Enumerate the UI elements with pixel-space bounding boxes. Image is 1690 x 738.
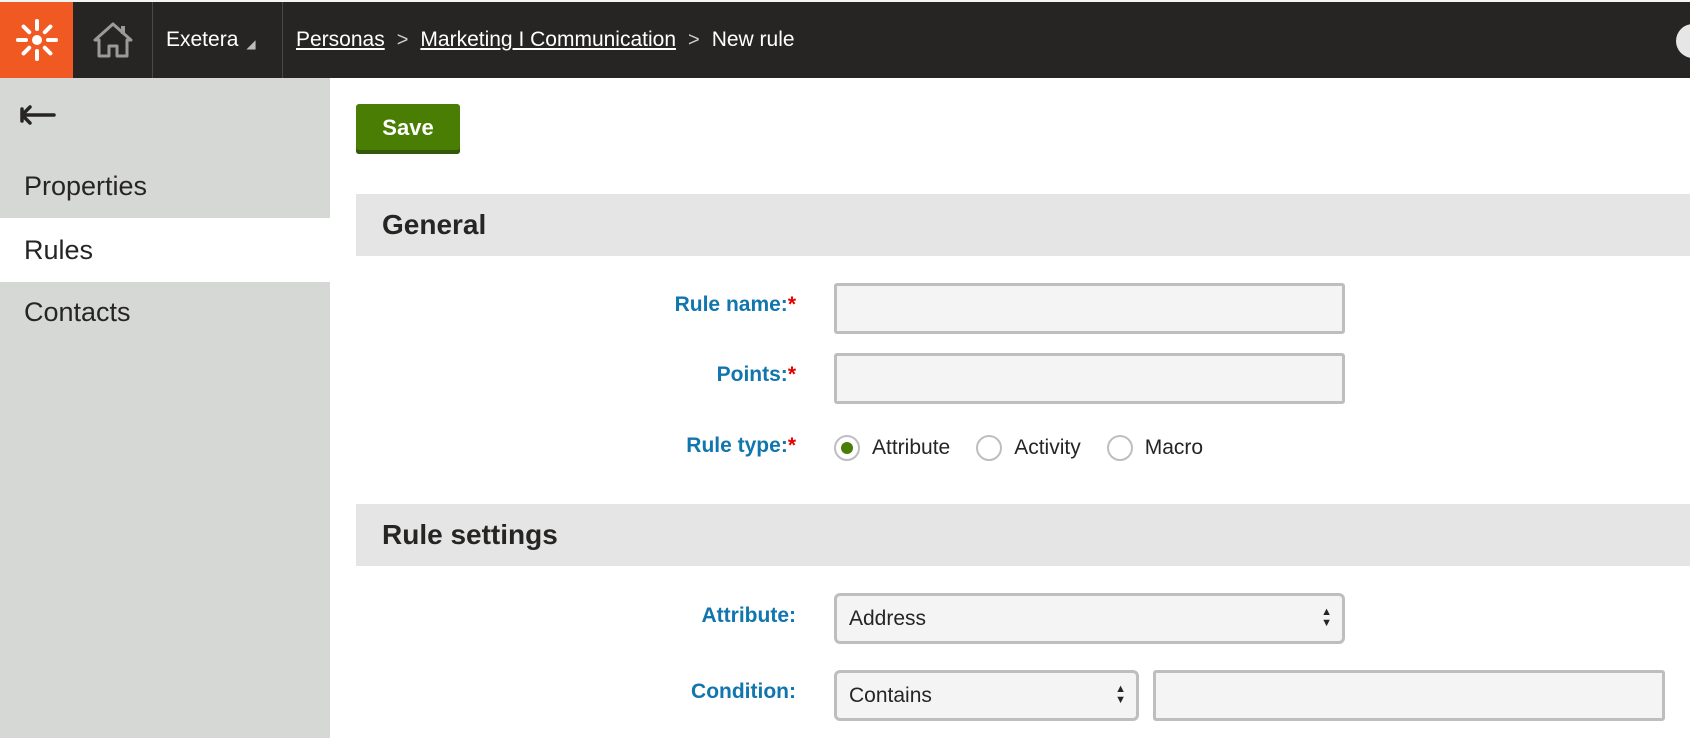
save-button[interactable]: Save	[356, 104, 460, 154]
sidebar-item-label: Rules	[24, 234, 94, 265]
required-mark: *	[787, 293, 796, 316]
radio-unselected-icon	[1106, 435, 1133, 461]
user-avatar[interactable]	[1676, 24, 1690, 58]
required-mark: *	[787, 434, 796, 457]
select-arrows-icon: ▲ ▼	[1321, 606, 1332, 629]
breadcrumb-current: New rule	[711, 28, 795, 51]
points-label: Points:*	[716, 363, 796, 386]
sidebar-item-label: Contacts	[24, 296, 131, 327]
rule-type-activity-radio[interactable]: Activity	[976, 435, 1081, 461]
sidebar-item-label: Properties	[24, 170, 148, 201]
sidebar-item-properties[interactable]: Properties	[0, 154, 330, 218]
breadcrumb: Personas > Marketing I Communication > N…	[296, 2, 795, 78]
condition-label: Condition:	[691, 680, 796, 703]
site-selector[interactable]: Exetera ◢	[154, 2, 283, 78]
top-bar: Exetera ◢ Personas > Marketing I Communi…	[0, 0, 1690, 78]
back-arrow-icon[interactable]	[18, 100, 58, 130]
attribute-label: Attribute:	[701, 604, 796, 627]
condition-select[interactable]: Contains ▲ ▼	[834, 670, 1139, 721]
points-input[interactable]	[834, 353, 1345, 404]
chevron-right-icon: >	[688, 28, 700, 51]
sidebar: Properties Rules Contacts	[0, 78, 330, 738]
radio-selected-icon	[834, 435, 860, 461]
section-header-general: General	[356, 194, 1690, 256]
sidebar-item-contacts[interactable]: Contacts	[0, 280, 330, 344]
attribute-select[interactable]: Address ▲ ▼	[834, 593, 1345, 644]
breadcrumb-persona[interactable]: Marketing I Communication	[420, 28, 676, 52]
section-header-rule-settings: Rule settings	[356, 504, 1690, 566]
site-name: Exetera	[166, 28, 239, 51]
rule-type-macro-radio[interactable]: Macro	[1106, 435, 1203, 461]
rule-type-attribute-radio[interactable]: Attribute	[834, 435, 950, 461]
section-title: General	[382, 209, 487, 240]
rule-type-label: Rule type:*	[686, 434, 796, 457]
home-icon[interactable]	[73, 2, 153, 78]
rule-name-input[interactable]	[834, 283, 1345, 334]
chevron-right-icon: >	[396, 28, 409, 51]
kentico-logo-icon[interactable]	[0, 2, 73, 78]
section-title: Rule settings	[382, 519, 558, 550]
breadcrumb-personas[interactable]: Personas	[296, 28, 385, 52]
rule-name-label: Rule name:*	[674, 293, 796, 316]
rule-type-radio-group: Attribute Activity Macro	[834, 430, 1229, 466]
sidebar-item-rules[interactable]: Rules	[0, 218, 330, 282]
required-mark: *	[787, 363, 796, 386]
caret-down-icon: ◢	[246, 37, 256, 51]
select-arrows-icon: ▲ ▼	[1115, 683, 1126, 706]
condition-value-input[interactable]	[1153, 670, 1665, 721]
radio-unselected-icon	[976, 435, 1003, 461]
